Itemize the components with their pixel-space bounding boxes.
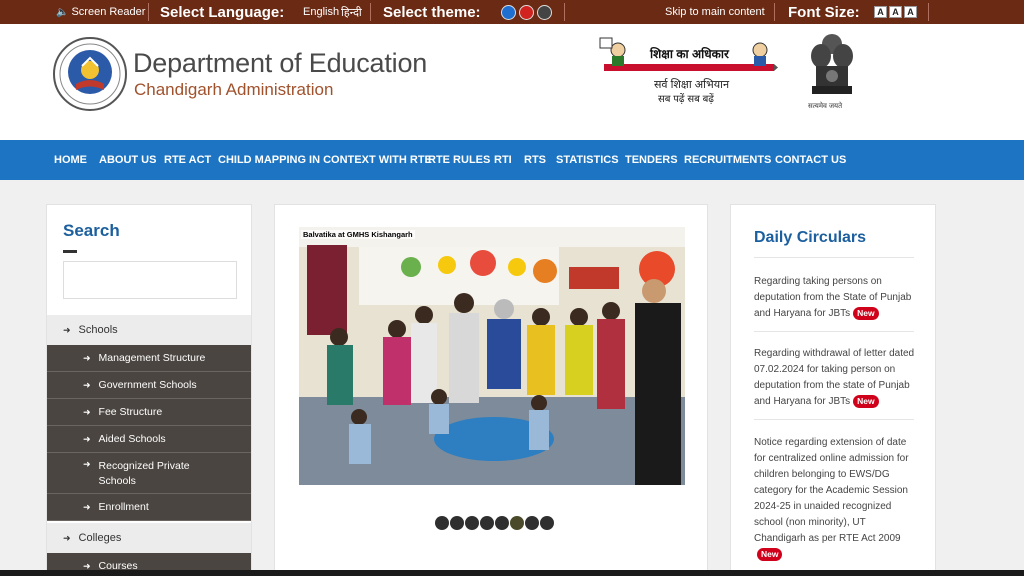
divider: [928, 3, 929, 21]
slide-caption: Balvatika at GMHS Kishangarh: [301, 230, 415, 239]
circulars-heading: Daily Circulars: [754, 229, 867, 246]
sidebar-item-aided-schools[interactable]: ➜ Aided Schools: [47, 426, 251, 453]
double-chevron-icon: ➜: [83, 433, 91, 444]
language-english[interactable]: English: [303, 0, 339, 24]
font-size-controls: A A A: [874, 0, 919, 24]
new-badge: New: [757, 548, 783, 561]
sidebar-category-colleges[interactable]: ➜ Colleges: [47, 523, 251, 553]
slider-dot[interactable]: [495, 516, 509, 530]
slider-dot[interactable]: [525, 516, 539, 530]
divider: [754, 331, 914, 332]
slider-dot[interactable]: [435, 516, 449, 530]
slider-pagination: [435, 516, 555, 530]
nav-rte-act[interactable]: RTE ACT: [164, 140, 211, 180]
nav-contact-us[interactable]: CONTACT US: [775, 140, 846, 180]
circular-item[interactable]: Notice regarding extension of date for c…: [754, 435, 919, 563]
utility-bar: 🔈 Screen Reader Select Language: English…: [0, 0, 1024, 24]
select-theme-label: Select theme:: [383, 3, 481, 21]
emblem-motto: सत्यमेव जयते: [808, 103, 843, 110]
nav-about-us[interactable]: ABOUT US: [99, 140, 156, 180]
slider-dot[interactable]: [480, 516, 494, 530]
font-reset-button[interactable]: A: [889, 6, 902, 18]
circular-item[interactable]: Regarding withdrawal of letter dated 07.…: [754, 346, 919, 410]
main-navigation: HOME ABOUT US RTE ACT CHILD MAPPING IN C…: [0, 140, 1024, 180]
slider-dot[interactable]: [465, 516, 479, 530]
screen-reader-link[interactable]: 🔈 Screen Reader: [56, 0, 145, 24]
skip-to-main-link[interactable]: Skip to main content: [665, 0, 765, 24]
double-chevron-icon: ➜: [83, 352, 91, 363]
sidebar-item-recognized-private-schools[interactable]: ➜ Recognized Private Schools: [47, 453, 251, 494]
ashoka-emblem-icon: [811, 34, 853, 94]
divider: [774, 3, 775, 21]
rte-logo: शिक्षा का अधिकार सर्व शिक्षा अभियान सब प…: [598, 34, 778, 108]
slide-image[interactable]: Balvatika at GMHS Kishangarh: [299, 227, 685, 485]
double-chevron-icon: ➜: [83, 406, 91, 417]
nav-statistics[interactable]: STATISTICS: [556, 140, 619, 180]
slider-dot[interactable]: [450, 516, 464, 530]
circular-item[interactable]: Regarding taking persons on deputation f…: [754, 274, 919, 322]
divider: [754, 419, 914, 420]
sidebar-item-enrollment[interactable]: ➜ Enrollment: [47, 494, 251, 521]
site-header: Department of Education Chandigarh Admin…: [0, 24, 1024, 140]
nav-home[interactable]: HOME: [54, 140, 87, 180]
language-hindi[interactable]: हिन्दी: [341, 0, 362, 24]
slider-dot[interactable]: [510, 516, 524, 530]
double-chevron-icon: ➜: [83, 501, 91, 512]
heading-divider: [754, 257, 914, 258]
divider: [148, 3, 149, 21]
double-chevron-icon: ➜: [63, 324, 71, 335]
classroom-photo: [299, 227, 685, 485]
page-title: Department of Education: [133, 48, 428, 78]
sidebar-item-government-schools[interactable]: ➜ Government Schools: [47, 372, 251, 399]
rte-text: शिक्षा का अधिकार: [650, 47, 729, 61]
slider-dot[interactable]: [540, 516, 554, 530]
theme-blue-button[interactable]: [501, 4, 516, 20]
image-slider: Balvatika at GMHS Kishangarh: [274, 204, 708, 576]
double-chevron-icon: ➜: [63, 532, 71, 543]
speaker-icon: 🔈: [56, 6, 69, 18]
sidebar-item-management-structure[interactable]: ➜ Management Structure: [47, 345, 251, 372]
page-subtitle: Chandigarh Administration: [134, 80, 334, 99]
sidebar-category-schools[interactable]: ➜ Schools: [47, 315, 251, 345]
nav-child-mapping[interactable]: CHILD MAPPING IN CONTEXT WITH RTE: [218, 140, 432, 180]
nav-recruitments[interactable]: RECRUITMENTS: [684, 140, 771, 180]
theme-picker: [501, 0, 555, 24]
search-input[interactable]: [63, 261, 237, 299]
sidebar: Search ➜ Schools ➜ Management Structure …: [46, 204, 252, 576]
sidebar-item-fee-structure[interactable]: ➜ Fee Structure: [47, 399, 251, 426]
font-size-label: Font Size:: [788, 3, 860, 21]
nav-rts[interactable]: RTS: [524, 140, 546, 180]
nav-tenders[interactable]: TENDERS: [625, 140, 678, 180]
theme-red-button[interactable]: [519, 4, 534, 20]
department-logo[interactable]: [52, 36, 128, 112]
national-emblem: सत्यमेव जयते: [806, 30, 858, 114]
nav-rti[interactable]: RTI: [494, 140, 512, 180]
ssa-line1: सर्व शिक्षा अभियान: [654, 79, 730, 91]
heading-underline: [63, 250, 77, 253]
bottom-strip: [0, 570, 1024, 576]
search-heading: Search: [63, 221, 120, 240]
divider: [564, 3, 565, 21]
double-chevron-icon: ➜: [83, 379, 91, 390]
ssa-line2: सब पढ़ें सब बढ़ें: [658, 94, 714, 105]
daily-circulars-panel: Daily Circulars Regarding taking persons…: [730, 204, 936, 576]
new-badge: New: [853, 307, 879, 320]
font-decrease-button[interactable]: A: [874, 6, 887, 18]
font-increase-button[interactable]: A: [904, 6, 917, 18]
new-badge: New: [853, 395, 879, 408]
double-chevron-icon: ➜: [83, 459, 91, 469]
divider: [370, 3, 371, 21]
nav-rte-rules[interactable]: RTE RULES: [428, 140, 490, 180]
theme-dark-button[interactable]: [537, 4, 552, 20]
select-language-label: Select Language:: [160, 3, 285, 21]
